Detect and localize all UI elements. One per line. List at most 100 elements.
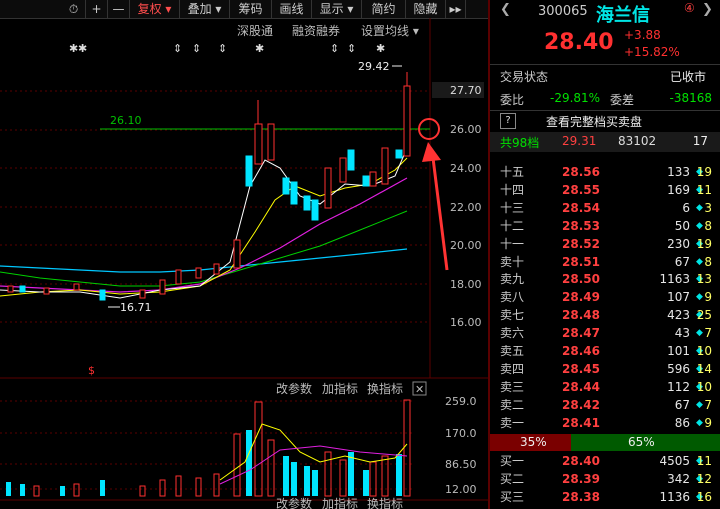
ask-level-label: 卖四: [500, 361, 525, 376]
indicator2-modify-params-link[interactable]: 改参数: [276, 496, 312, 509]
candle-up: [73, 283, 80, 291]
ask-row[interactable]: 卖六 28.47 43 ◆ 7: [490, 324, 720, 342]
ask-level-label: 十二: [500, 218, 525, 233]
ask-row[interactable]: 卖三 28.44 112 ◆ 10: [490, 378, 720, 396]
ask-row[interactable]: 十二 28.53 50 ◆ 8: [490, 217, 720, 235]
volume-tick: 86.50: [445, 458, 477, 471]
candle-up: [339, 157, 347, 183]
candle-up: [403, 85, 411, 157]
volume-bar: [213, 473, 220, 497]
ask-row[interactable]: 卖七 28.48 423 ◆ 25: [490, 306, 720, 324]
bid-count: 12: [696, 471, 712, 486]
ask-count: 19: [696, 165, 712, 179]
ask-volume: 50: [674, 218, 690, 233]
ask-price: 28.51: [562, 254, 600, 269]
candle-up: [267, 123, 275, 161]
candle-up: [43, 287, 50, 295]
ask-volume: 169: [667, 182, 690, 197]
ask-row[interactable]: 卖十 28.51 67 ◆ 8: [490, 253, 720, 271]
event-marker: ✱: [69, 42, 78, 55]
low-price-label: 16.71: [120, 301, 152, 314]
candle-up: [159, 279, 166, 295]
ask-volume: 101: [667, 344, 690, 358]
ask-row[interactable]: 卖九 28.50 1163 ◆ 13: [490, 270, 720, 288]
diamond-icon: ◆: [696, 256, 703, 267]
indicator2-add-link[interactable]: 加指标: [322, 496, 358, 509]
ask-price: 28.56: [562, 165, 600, 179]
ask-count: 8: [704, 218, 712, 233]
ask-price: 28.55: [562, 182, 600, 197]
indicator-switch-link[interactable]: 换指标: [367, 381, 403, 396]
ask-price: 28.50: [562, 272, 600, 287]
ask-count: 10: [696, 344, 712, 358]
candle-up: [369, 171, 377, 187]
volume-bar: [381, 455, 389, 497]
volume-tick: 259.0: [445, 395, 477, 408]
ask-price: 28.48: [562, 308, 600, 323]
trade-status-label: 交易状态: [500, 70, 549, 84]
bid-row[interactable]: 买一 28.40 4505 ◆ 11: [490, 452, 720, 470]
full-orderbook-button[interactable]: 查看完整档买卖盘: [546, 113, 642, 130]
candle-down: [290, 181, 298, 205]
candle-down: [99, 289, 106, 301]
indicator-modify-params-link[interactable]: 改参数: [276, 381, 312, 396]
ask-count: 10: [696, 379, 712, 394]
volume-bar: [233, 433, 241, 497]
volume-bar: [304, 466, 310, 496]
annotation-arrow: [430, 149, 449, 271]
prev-stock-icon[interactable]: ❮: [500, 2, 511, 17]
volume-bar: [348, 452, 354, 496]
ask-volume: 596: [667, 361, 690, 376]
ask-count: 9: [704, 290, 712, 305]
ask-price: 28.46: [562, 344, 600, 358]
candle-down: [395, 149, 403, 159]
ask-row[interactable]: 卖一 28.41 86 ◆ 9: [490, 414, 720, 432]
weibi-value: -29.81%: [550, 91, 601, 105]
volume-bar: [396, 454, 402, 496]
indicator-add-link[interactable]: 加指标: [322, 381, 358, 396]
price-tick-current: 27.70: [450, 84, 482, 97]
kline-panel: ⏱ + — 复权 ▾ 叠加 ▾ 筹码 画线 显示 ▾ 简约 隐藏 ▸▸ 深股通 …: [0, 0, 488, 509]
price-tick: 22.00: [450, 201, 482, 214]
ask-level-label: 卖七: [500, 308, 525, 323]
volume-bar: [20, 484, 25, 496]
ask-row[interactable]: 十三 28.54 6 ◆ 3: [490, 199, 720, 217]
ask-row[interactable]: 十四 28.55 169 ◆ 11: [490, 181, 720, 199]
ask-volume: 67: [674, 397, 690, 412]
ask-count: 19: [696, 236, 712, 251]
ask-volume: 112: [667, 379, 690, 394]
ask-count: 7: [704, 397, 712, 412]
indicator2-switch-link[interactable]: 换指标: [367, 496, 403, 509]
bid-row[interactable]: 买三 28.38 1136 ◆ 16: [490, 488, 720, 506]
candles: [7, 72, 411, 301]
ask-count: 13: [696, 272, 712, 287]
price-change-pct: +15.82%: [624, 45, 680, 59]
ask-level-label: 十三: [500, 200, 525, 215]
volume-bar: [291, 462, 297, 496]
ask-count: 9: [704, 415, 712, 430]
next-stock-icon[interactable]: ❯: [702, 2, 713, 17]
bid-row[interactable]: 买二 28.39 342 ◆ 12: [490, 470, 720, 488]
price-tick: 26.00: [450, 123, 482, 136]
ask-count: 11: [696, 182, 712, 197]
ask-row[interactable]: 十五 28.56 133 ◆ 19: [490, 163, 720, 181]
candle-down: [282, 177, 290, 195]
event-marker: ✱: [376, 42, 385, 55]
divider: [490, 64, 720, 65]
ask-row[interactable]: 卖二 28.42 67 ◆ 7: [490, 396, 720, 414]
ask-row[interactable]: 卖五 28.46 101 ◆ 10: [490, 342, 720, 360]
ask-volume: 86: [674, 415, 690, 430]
bid-price: 28.39: [562, 471, 600, 486]
candle-down: [19, 285, 26, 293]
ask-row[interactable]: 十一 28.52 230 ◆ 19: [490, 235, 720, 253]
bid-volume: 1136: [659, 489, 690, 504]
ask-row[interactable]: 卖四 28.45 596 ◆ 14: [490, 360, 720, 378]
weibi-label: 委比: [500, 93, 525, 107]
help-icon[interactable]: ?: [500, 113, 516, 129]
stock-code: 300065: [538, 4, 588, 19]
ask-price: 28.54: [562, 200, 600, 215]
ask-row[interactable]: 卖八 28.49 107 ◆ 9: [490, 288, 720, 306]
candle-up: [7, 285, 14, 293]
candle-down: [311, 199, 319, 221]
volume-bar: [139, 485, 146, 497]
